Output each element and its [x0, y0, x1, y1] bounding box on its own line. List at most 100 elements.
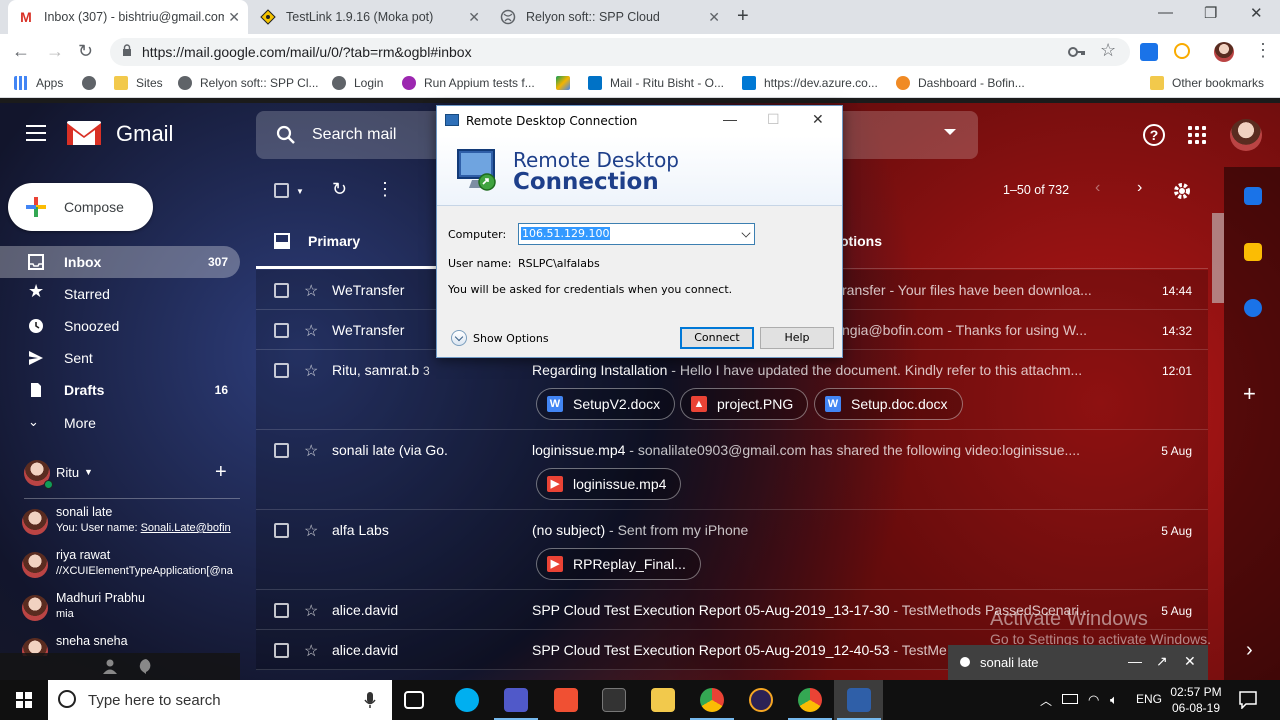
bookmark-sites[interactable]: Sites: [114, 76, 163, 90]
extension-icon[interactable]: [1140, 43, 1158, 61]
keep-icon[interactable]: [1244, 243, 1262, 261]
nav-drafts[interactable]: Drafts 16: [0, 374, 240, 406]
task-view-icon[interactable]: [404, 691, 424, 709]
bookmark-star-icon[interactable]: ☆: [1100, 40, 1116, 61]
tray-chevron-up-icon[interactable]: ︿: [1040, 692, 1052, 709]
attachment-chip[interactable]: ▲ project.PNG: [680, 388, 809, 420]
search-icon[interactable]: [276, 125, 296, 145]
row-checkbox[interactable]: [274, 603, 289, 618]
star-outline-icon[interactable]: ☆: [304, 281, 318, 301]
tasks-icon[interactable]: [1244, 299, 1262, 317]
bookmark-apps[interactable]: Apps: [14, 76, 63, 90]
menu-dots-icon[interactable]: ⋮: [1254, 40, 1272, 61]
hangouts-user-name[interactable]: Ritu: [56, 465, 79, 480]
teams-icon[interactable]: [494, 688, 538, 720]
new-tab-button[interactable]: +: [737, 5, 749, 28]
nav-snoozed[interactable]: Snoozed: [0, 310, 240, 342]
star-outline-icon[interactable]: ☆: [304, 641, 318, 661]
compose-button[interactable]: Compose: [8, 183, 153, 231]
show-options-link[interactable]: Show Options: [473, 332, 549, 345]
attachment-chip[interactable]: W SetupV2.docx: [536, 388, 676, 420]
taskbar-search-input[interactable]: Type here to search: [48, 680, 392, 720]
star-outline-icon[interactable]: ☆: [304, 321, 318, 341]
row-checkbox[interactable]: [274, 283, 289, 298]
main-menu-icon[interactable]: [26, 125, 46, 141]
next-page-icon[interactable]: ›: [1137, 179, 1142, 197]
extension-icon[interactable]: [1174, 43, 1190, 59]
close-icon[interactable]: ✕: [468, 9, 480, 26]
new-chat-plus-icon[interactable]: +: [215, 461, 227, 484]
address-bar[interactable]: https://mail.google.com/mail/u/0/?tab=rm…: [110, 38, 1130, 66]
prev-page-icon[interactable]: ‹: [1095, 179, 1100, 197]
caret-down-icon[interactable]: ▼: [296, 187, 304, 196]
nav-inbox[interactable]: Inbox 307: [0, 246, 240, 278]
google-apps-icon[interactable]: [1188, 126, 1206, 144]
email-row[interactable]: ☆ sonali late (via Go. loginissue.mp4 - …: [256, 430, 1208, 510]
close-icon[interactable]: ✕: [1184, 653, 1196, 670]
microphone-icon[interactable]: [364, 691, 376, 709]
language-indicator[interactable]: ENG: [1136, 692, 1162, 706]
hangouts-contact[interactable]: riya rawat //XCUIElementTypeApplication[…: [22, 548, 237, 591]
anydesk-icon[interactable]: [554, 688, 578, 712]
more-options-icon[interactable]: ⋮: [376, 179, 394, 200]
nav-sent[interactable]: Sent: [0, 342, 240, 374]
row-checkbox[interactable]: [274, 523, 289, 538]
tab-promotions[interactable]: otions: [840, 233, 882, 249]
chrome-icon[interactable]: [690, 688, 734, 720]
minimize-icon[interactable]: —: [723, 111, 737, 127]
bookmark-gdrive[interactable]: [556, 76, 578, 90]
row-checkbox[interactable]: [274, 323, 289, 338]
caret-down-icon[interactable]: ▼: [84, 467, 93, 477]
hangouts-contact[interactable]: Madhuri Prabhu mia: [22, 591, 237, 634]
close-window-button[interactable]: ✕: [1250, 4, 1263, 22]
close-icon[interactable]: ✕: [228, 9, 240, 26]
star-outline-icon[interactable]: ☆: [304, 601, 318, 621]
row-checkbox[interactable]: [274, 363, 289, 378]
battery-icon[interactable]: [1062, 694, 1078, 704]
remote-desktop-icon[interactable]: [837, 688, 881, 720]
dialog-titlebar[interactable]: Remote Desktop Connection — ☐ ✕: [437, 106, 842, 136]
tab-primary[interactable]: Primary: [256, 213, 436, 269]
windows-start-icon[interactable]: [16, 692, 32, 708]
calendar-icon[interactable]: [1244, 187, 1262, 205]
person-icon[interactable]: [102, 658, 118, 674]
browser-tab-relyon[interactable]: Relyon soft:: SPP Cloud ✕: [490, 0, 728, 34]
chevron-right-icon[interactable]: ›: [1246, 639, 1253, 662]
browser-tab-testlink[interactable]: TestLink 1.9.16 (Moka pot) ✕: [250, 0, 488, 34]
bookmark-dashboard[interactable]: Dashboard - Bofin...: [896, 76, 1025, 90]
browser-tab-gmail[interactable]: M Inbox (307) - bishtriu@gmail.com ✕: [8, 0, 248, 34]
bookmark-appium[interactable]: Run Appium tests f...: [402, 76, 535, 90]
notifications-icon[interactable]: [1239, 691, 1257, 709]
add-addon-plus-icon[interactable]: +: [1243, 381, 1256, 407]
bookmark-azure[interactable]: https://dev.azure.co...: [742, 76, 878, 90]
hangouts-icon[interactable]: [138, 658, 154, 674]
account-avatar[interactable]: [1230, 119, 1262, 151]
row-checkbox[interactable]: [274, 443, 289, 458]
chevron-down-icon[interactable]: [741, 228, 751, 238]
bookmark-relyon[interactable]: Relyon soft:: SPP Cl...: [178, 76, 319, 90]
nav-starred[interactable]: ★ Starred: [0, 278, 240, 310]
search-options-icon[interactable]: [944, 129, 956, 135]
attachment-chip[interactable]: ▶ RPReplay_Final...: [536, 548, 701, 580]
star-outline-icon[interactable]: ☆: [304, 521, 318, 541]
email-row[interactable]: ☆ Ritu, samrat.b 3 Regarding Installatio…: [256, 350, 1208, 430]
connect-button[interactable]: Connect: [680, 327, 754, 349]
close-icon[interactable]: ✕: [708, 9, 720, 26]
chat-popup-bar[interactable]: sonali late — ↗ ✕: [948, 645, 1208, 680]
list-scrollbar[interactable]: [1212, 213, 1224, 303]
star-outline-icon[interactable]: ☆: [304, 361, 318, 381]
show-options-chevron-icon[interactable]: [451, 330, 467, 346]
volume-icon[interactable]: 🔈︎: [1110, 692, 1118, 708]
maximize-icon[interactable]: ☐: [767, 111, 780, 128]
select-all-checkbox[interactable]: [274, 183, 289, 198]
file-explorer-icon[interactable]: [651, 688, 675, 712]
reload-icon[interactable]: ↻: [78, 41, 93, 62]
row-checkbox[interactable]: [274, 643, 289, 658]
chrome-icon[interactable]: [788, 688, 832, 720]
popout-icon[interactable]: ↗: [1156, 653, 1168, 670]
settings-gear-icon[interactable]: [1173, 182, 1191, 200]
minimize-icon[interactable]: —: [1128, 653, 1142, 669]
back-arrow-icon[interactable]: ←: [12, 41, 30, 62]
computer-combobox[interactable]: 106.51.129.100: [518, 223, 755, 245]
help-icon[interactable]: ?: [1143, 124, 1165, 146]
